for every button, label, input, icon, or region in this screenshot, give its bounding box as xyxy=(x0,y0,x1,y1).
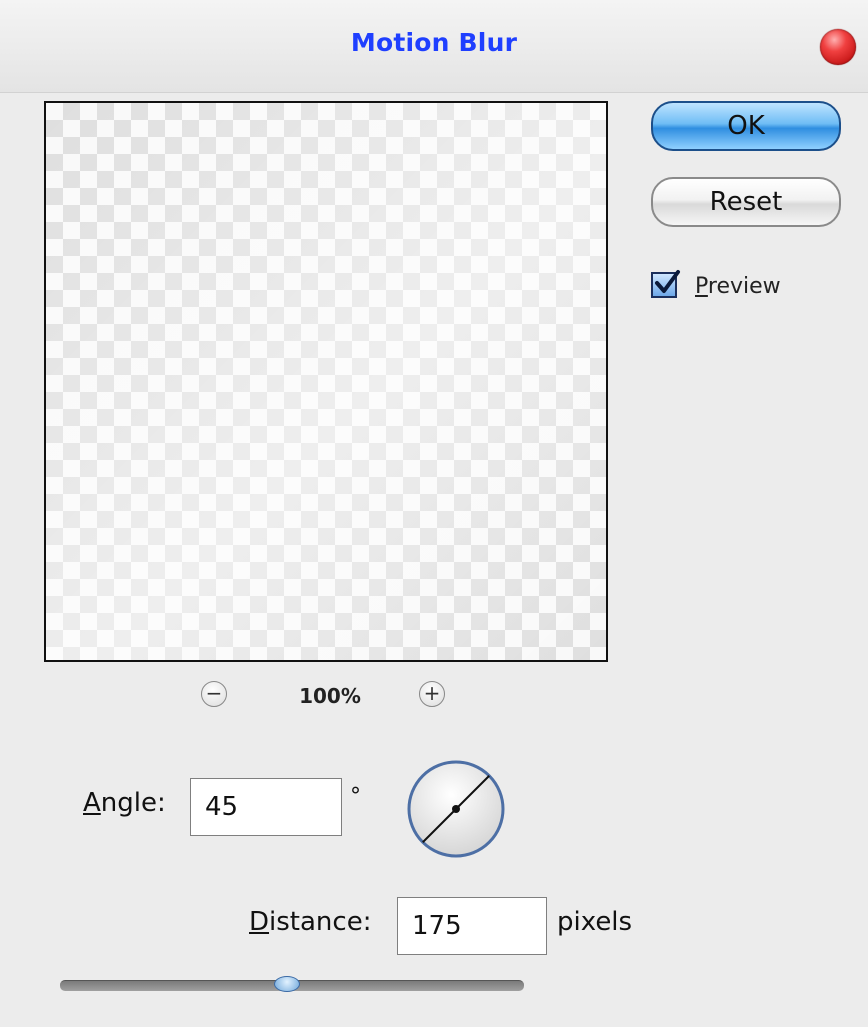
preview-checkbox[interactable] xyxy=(651,270,680,298)
close-icon[interactable] xyxy=(820,29,856,65)
zoom-level: 100% xyxy=(299,684,361,708)
dialog-title: Motion Blur xyxy=(350,28,518,57)
ok-button[interactable]: OK xyxy=(651,101,841,151)
title-bar[interactable]: Motion Blur xyxy=(0,0,868,93)
angle-input[interactable]: 45 xyxy=(190,778,342,836)
preview-area[interactable] xyxy=(44,101,608,662)
zoom-out-icon[interactable]: − xyxy=(201,681,227,707)
reset-button[interactable]: Reset xyxy=(651,177,841,227)
preview-checkbox-label[interactable]: Preview xyxy=(695,274,781,299)
checkmark-icon xyxy=(655,270,680,293)
distance-input[interactable]: 175 xyxy=(397,897,547,955)
motion-blur-dialog: Motion Blur − 100% + OK Reset Preview An… xyxy=(0,0,868,1027)
angle-label: Angle: xyxy=(83,788,166,818)
zoom-in-icon[interactable]: + xyxy=(419,681,445,707)
preview-overlay xyxy=(46,103,606,660)
distance-label: Distance: xyxy=(249,907,372,937)
pixels-unit-label: pixels xyxy=(557,907,633,937)
degree-symbol: ° xyxy=(350,784,361,809)
angle-dial-icon[interactable] xyxy=(405,758,507,860)
